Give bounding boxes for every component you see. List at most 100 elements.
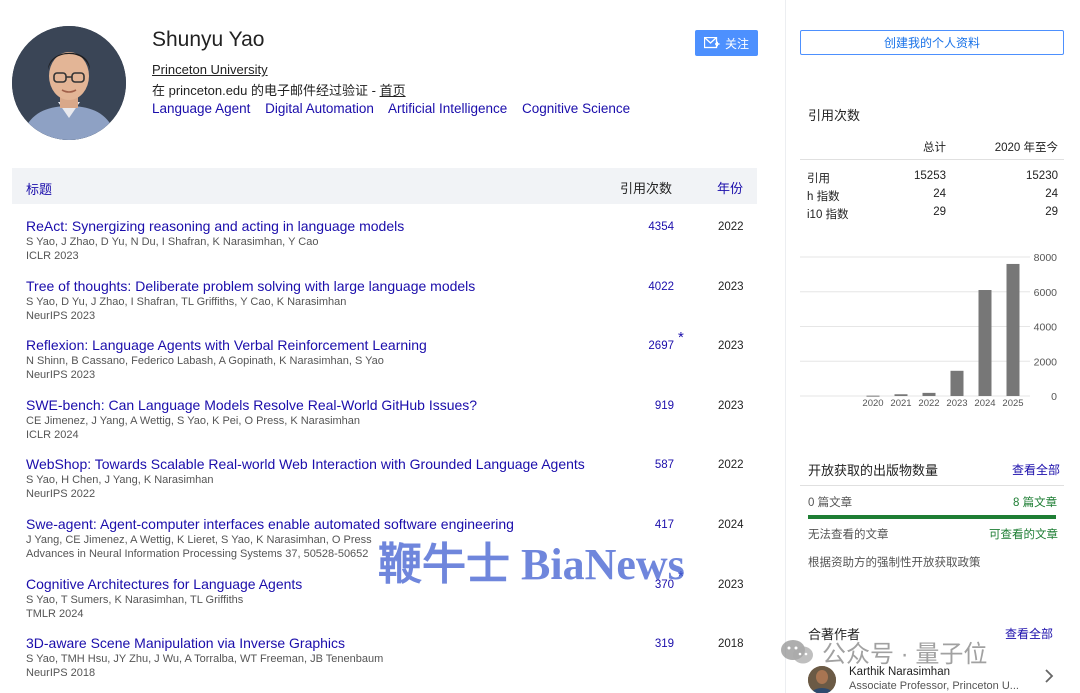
publication-year: 2023: [718, 280, 744, 293]
stats-since: 29: [1045, 206, 1058, 218]
stats-label: 引用: [807, 173, 830, 185]
publication-year: 2023: [718, 578, 744, 591]
email-verified-text: 在 princeton.edu 的电子邮件经过验证 -: [152, 83, 380, 98]
profile-avatar: [12, 26, 126, 140]
chevron-right-icon: [1045, 669, 1054, 683]
affiliation-link[interactable]: Princeton University: [152, 62, 268, 77]
table-row: Reflexion: Language Agents with Verbal R…: [12, 329, 757, 389]
stats-since: 15230: [1026, 170, 1058, 182]
citation-stats-table: 总计 2020 年至今 引用 15253 15230 h 指数 24 24 i1…: [800, 130, 1064, 221]
publication-year: 2022: [718, 459, 744, 472]
publication-list: ReAct: Synergizing reasoning and acting …: [12, 210, 757, 687]
x-tick-label: 2025: [1002, 398, 1023, 409]
stats-total: 15253: [914, 170, 946, 182]
email-verification: 在 princeton.edu 的电子邮件经过验证 - 首页: [152, 80, 406, 99]
publication-year: 2022: [718, 221, 744, 233]
publication-authors: S Yao, J Zhao, D Yu, N Du, I Shafran, K …: [26, 236, 319, 248]
chart-bar-2020[interactable]: [866, 395, 880, 397]
open-access-bar-fill: [808, 515, 1056, 519]
stats-header-row: 总计 2020 年至今: [800, 130, 1064, 160]
chart-bar-2021[interactable]: [894, 394, 908, 396]
create-profile-button[interactable]: 创建我的个人资料: [800, 30, 1064, 55]
publication-venue: NeurIPS 2018: [26, 667, 96, 680]
publication-venue: TMLR 2024: [26, 607, 84, 620]
coauthors-view-all-link[interactable]: 查看全部: [1005, 625, 1053, 642]
publication-title-link[interactable]: 3D-aware Scene Manipulation via Inverse …: [26, 635, 345, 651]
available-count: 8 篇文章: [1013, 497, 1058, 509]
publication-venue: NeurIPS 2023: [26, 369, 96, 382]
publication-title-link[interactable]: Tree of thoughts: Deliberate problem sol…: [26, 278, 475, 294]
open-access-title: 开放获取的出版物数量: [808, 463, 939, 478]
table-row: Tree of thoughts: Deliberate problem sol…: [12, 270, 757, 330]
viewable-label: 可查看的文章: [989, 529, 1058, 541]
y-tick-label: 0: [1051, 391, 1057, 403]
follow-label: 关注: [724, 36, 749, 51]
not-available-count: 0 篇文章: [808, 497, 853, 509]
publication-venue: NeurIPS 2022: [26, 488, 96, 501]
citation-count-link[interactable]: 4022: [612, 281, 674, 293]
publication-authors: S Yao, TMH Hsu, JY Zhu, J Wu, A Torralba…: [26, 653, 384, 666]
publication-title-link[interactable]: SWE-bench: Can Language Models Resolve R…: [26, 397, 477, 413]
chart-bar-2024[interactable]: [978, 290, 992, 396]
y-tick-label: 2000: [1034, 356, 1058, 368]
profile-name: Shunyu Yao: [152, 28, 265, 51]
stats-label: i10 指数: [807, 209, 849, 221]
publication-authors: N Shinn, B Cassano, Federico Labash, A G…: [26, 355, 384, 368]
publication-authors: S Yao, T Sumers, K Narasimhan, TL Griffi…: [26, 593, 244, 606]
not-viewable-label: 无法查看的文章: [808, 529, 889, 541]
chart-bar-2025[interactable]: [1006, 263, 1020, 396]
stats-total: 29: [933, 206, 946, 218]
publication-authors: S Yao, D Yu, J Zhao, I Shafran, TL Griff…: [26, 295, 347, 308]
coauthor-avatar: [808, 666, 836, 693]
y-tick-label: 6000: [1034, 287, 1058, 299]
interest-link[interactable]: Artificial Intelligence: [388, 101, 507, 116]
table-row: SWE-bench: Can Language Models Resolve R…: [12, 389, 757, 449]
sort-by-year[interactable]: 年份: [717, 178, 743, 197]
stats-col-total: 总计: [923, 142, 946, 154]
publication-year: 2023: [718, 399, 744, 412]
homepage-link[interactable]: 首页: [380, 83, 406, 98]
table-row: ReAct: Synergizing reasoning and acting …: [12, 210, 757, 270]
interest-link[interactable]: Digital Automation: [265, 101, 374, 116]
publication-authors: J Yang, CE Jimenez, A Wettig, K Lieret, …: [26, 533, 372, 546]
research-interests: Language Agent Digital Automation Artifi…: [152, 101, 641, 116]
interest-link[interactable]: Language Agent: [152, 101, 250, 116]
divider: [800, 485, 1064, 486]
publication-title-link[interactable]: WebShop: Towards Scalable Real-world Web…: [26, 456, 585, 472]
open-access-view-all-link[interactable]: 查看全部: [1012, 461, 1060, 478]
wechat-icon: [781, 639, 813, 663]
publication-venue: ICLR 2023: [26, 250, 79, 262]
x-tick-label: 2023: [946, 398, 967, 409]
column-citations: 引用次数: [620, 181, 673, 196]
interest-link[interactable]: Cognitive Science: [522, 101, 630, 116]
person-photo-icon: [12, 26, 126, 140]
stats-col-since: 2020 年至今: [994, 142, 1058, 154]
chart-bar-2023[interactable]: [950, 370, 964, 396]
merged-citations-star: *: [678, 329, 684, 347]
publication-title-link[interactable]: Cognitive Architectures for Language Age…: [26, 576, 302, 592]
stats-row: h 指数 24 24: [800, 185, 1064, 203]
watermark-bianews: 鞭牛士 BiaNews: [378, 540, 685, 589]
citations-section-title: 引用次数: [808, 108, 861, 123]
table-row: WebShop: Towards Scalable Real-world Web…: [12, 448, 757, 508]
citation-count-link[interactable]: 4354: [612, 221, 674, 233]
mail-follow-icon: [703, 37, 720, 49]
citation-count-link[interactable]: 319: [612, 638, 674, 650]
publication-year: 2018: [718, 638, 744, 651]
citation-count-link[interactable]: 2697: [612, 340, 674, 352]
x-tick-label: 2021: [890, 398, 911, 409]
sort-by-title[interactable]: 标题: [26, 179, 52, 198]
chart-bar-2022[interactable]: [922, 392, 936, 396]
publication-authors: S Yao, H Chen, J Yang, K Narasimhan: [26, 474, 214, 487]
publication-title-link[interactable]: ReAct: Synergizing reasoning and acting …: [26, 218, 404, 234]
follow-button[interactable]: 关注: [695, 30, 758, 56]
table-header: 标题 引用次数 年份: [12, 168, 757, 204]
citation-count-link[interactable]: 587: [612, 459, 674, 471]
stats-row: i10 指数 29 29: [800, 203, 1064, 221]
watermark-wechat: 公众号 · 量子位: [780, 634, 987, 669]
publication-authors: CE Jimenez, J Yang, A Wettig, S Yao, K P…: [26, 414, 361, 427]
coauthor-role: Associate Professor, Princeton U...: [849, 680, 1019, 692]
citation-count-link[interactable]: 919: [612, 400, 674, 412]
person-photo-icon: [808, 666, 836, 693]
publication-title-link[interactable]: Reflexion: Language Agents with Verbal R…: [26, 337, 427, 353]
